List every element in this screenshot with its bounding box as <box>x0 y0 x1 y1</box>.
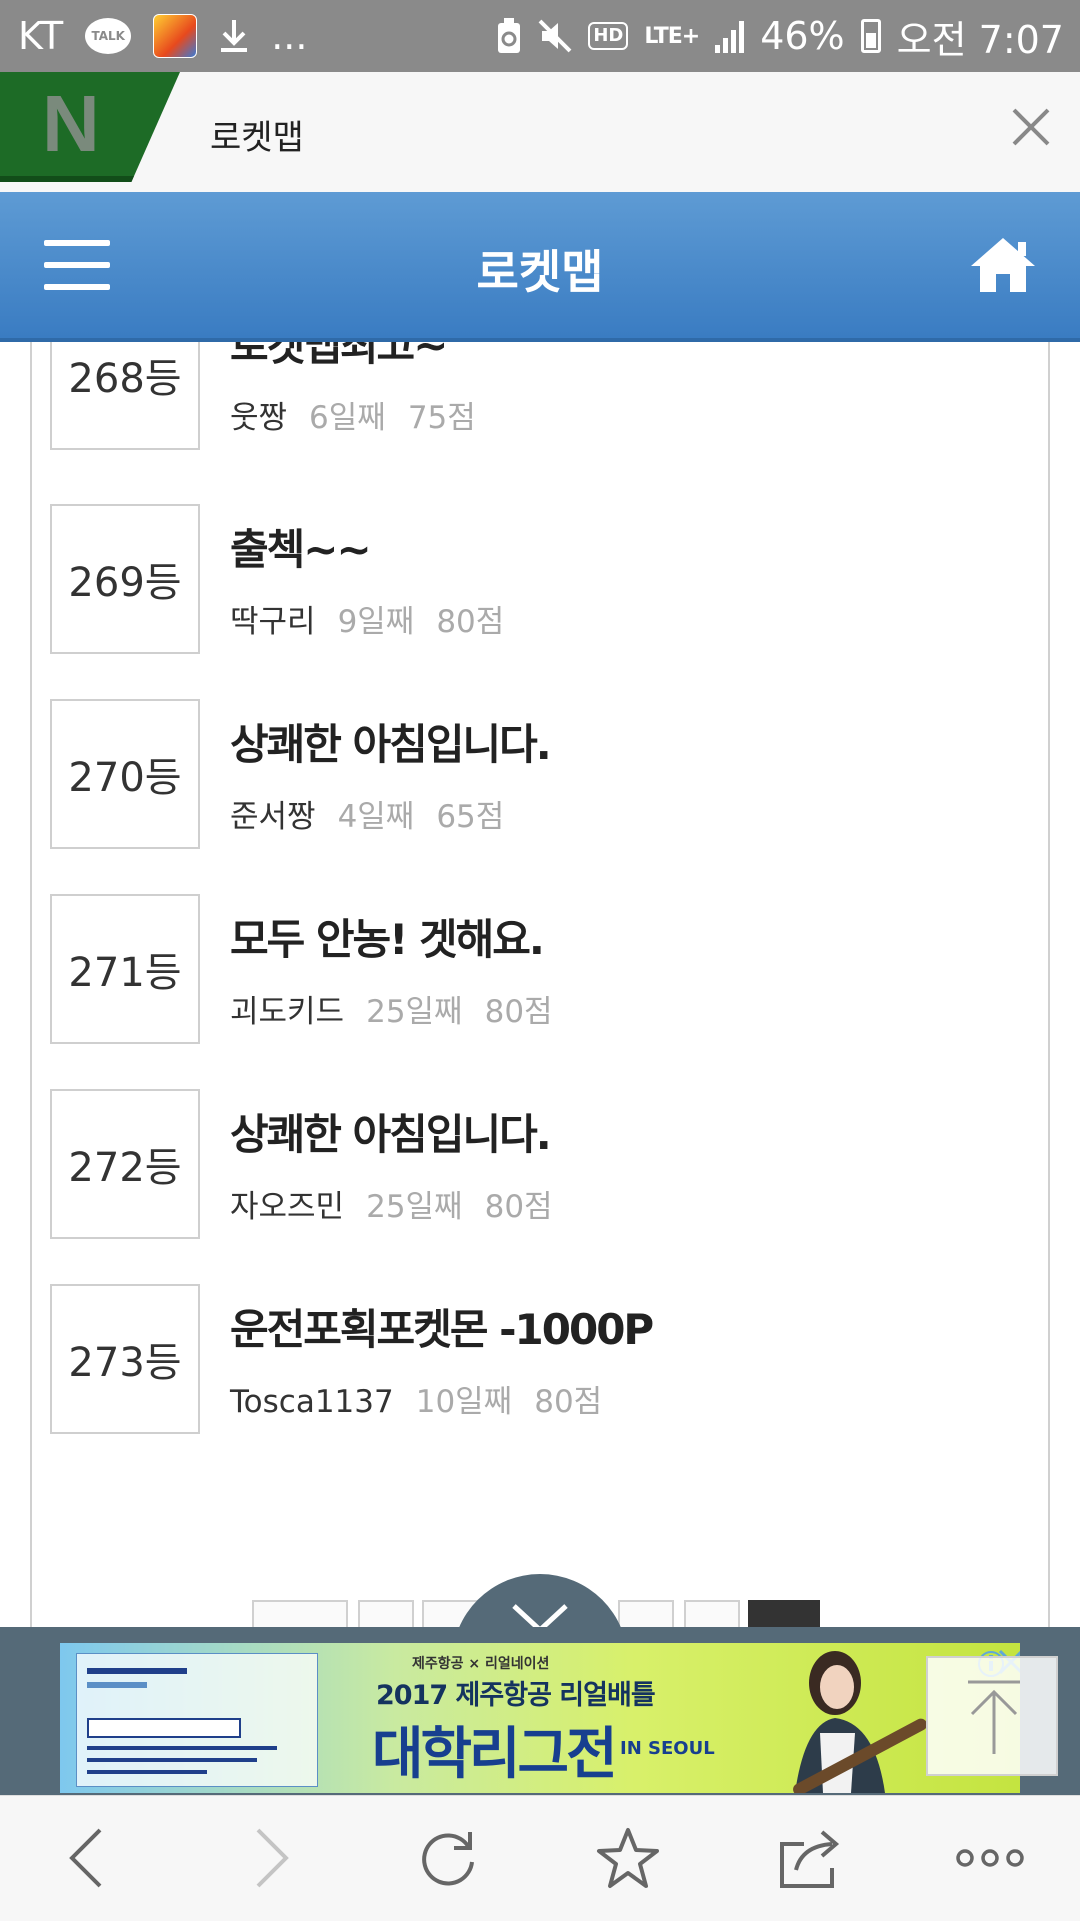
hd-voice-badge: HD <box>588 22 629 50</box>
home-icon[interactable] <box>968 234 1038 294</box>
more-notifications: ... <box>271 14 308 58</box>
clock: 오전 7:07 <box>896 17 1064 62</box>
refresh-icon[interactable] <box>408 1822 488 1894</box>
bookmark-star-icon[interactable] <box>588 1822 668 1894</box>
post-title: 운전포획포켓몬 -1000P <box>230 1305 654 1354</box>
scroll-to-top-button[interactable] <box>926 1656 1058 1776</box>
post-meta: Tosca1137 10일째 80점 <box>230 1384 603 1420</box>
ad-banner[interactable]: 제주항공 × 리얼네이션 2017 제주항공 리얼배틀 대학리그전 IN SEO… <box>60 1643 1020 1793</box>
share-icon[interactable] <box>770 1822 850 1894</box>
post-meta: 자오즈민 25일째 80점 <box>230 1189 553 1225</box>
list-item[interactable]: 270등 상쾌한 아침입니다. 준서짱 4일째 65점 <box>32 699 1032 849</box>
ad-location: IN SEOUL <box>620 1738 715 1759</box>
list-item[interactable]: 268등 로켓맵최고~ 웃짱 6일째 75점 <box>32 342 1032 450</box>
status-bar: KT TALK ... HD LTE+ 46% 오전 7:07 <box>0 0 1080 72</box>
post-meta: 웃짱 6일째 75점 <box>230 400 476 436</box>
browser-tab-bar: N 로켓맵 <box>0 72 1080 193</box>
network-type: LTE+ <box>644 23 700 49</box>
ad-title: 대학리그전 <box>372 1722 618 1787</box>
game-app-icon <box>153 14 198 58</box>
page-button[interactable] <box>618 1600 674 1627</box>
more-icon[interactable] <box>950 1822 1030 1894</box>
post-meta: 괴도키드 25일째 80점 <box>230 994 553 1030</box>
browser-toolbar <box>0 1795 1080 1921</box>
close-icon[interactable] <box>1008 104 1054 150</box>
naver-logo[interactable]: N <box>0 72 180 182</box>
ad-sponsor: 제주항공 × 리얼네이션 <box>412 1656 550 1672</box>
ad-search-widget <box>76 1653 318 1787</box>
post-meta: 준서짱 4일째 65점 <box>230 799 505 835</box>
page-button[interactable] <box>252 1600 348 1627</box>
rank-badge: 270등 <box>50 699 200 849</box>
rank-badge: 273등 <box>50 1284 200 1434</box>
list-item[interactable]: 272등 상쾌한 아침입니다. 자오즈민 25일째 80점 <box>32 1089 1032 1239</box>
list-item[interactable]: 273등 운전포획포켓몬 -1000P Tosca1137 10일째 80점 <box>32 1284 1032 1434</box>
page-button-current[interactable] <box>748 1600 820 1627</box>
rank-badge: 271등 <box>50 894 200 1044</box>
back-icon[interactable] <box>46 1822 126 1894</box>
tab-title: 로켓맵 <box>210 118 304 158</box>
ad-headline: 2017 제주항공 리얼배틀 <box>376 1680 656 1711</box>
post-meta: 딱구리 9일째 80점 <box>230 604 505 640</box>
forward-icon[interactable] <box>232 1822 312 1894</box>
page-button[interactable] <box>358 1600 414 1627</box>
battery-icon <box>860 19 881 53</box>
list-item[interactable]: 271등 모두 안농! 겟해요. 괴도키드 25일째 80점 <box>32 894 1032 1044</box>
ad-model-image <box>793 1651 927 1793</box>
post-title: 상쾌한 아침입니다. <box>230 1110 552 1159</box>
battery-percent: 46% <box>760 14 845 58</box>
page-button[interactable] <box>684 1600 740 1627</box>
mute-icon <box>538 19 572 53</box>
rank-badge: 269등 <box>50 504 200 654</box>
ad-container: 제주항공 × 리얼네이션 2017 제주항공 리얼배틀 대학리그전 IN SEO… <box>0 1627 1080 1795</box>
rank-badge: 272등 <box>50 1089 200 1239</box>
ranking-list: 268등 로켓맵최고~ 웃짱 6일째 75점 269등 출첵~~ 딱구리 9일째 80점… <box>30 342 1050 1627</box>
carrier-label: KT <box>18 14 64 58</box>
signal-icon <box>715 19 745 53</box>
arrow-up-icon <box>968 1680 1020 1754</box>
post-title: 출첵~~ <box>230 525 372 574</box>
post-title: 로켓맵최고~ <box>230 342 448 370</box>
download-icon <box>219 18 249 54</box>
kakao-talk-icon: TALK <box>85 18 132 54</box>
rank-badge: 268등 <box>50 342 200 450</box>
list-item[interactable]: 269등 출첵~~ 딱구리 9일째 80점 <box>32 504 1032 654</box>
recycle-battery-icon <box>496 17 522 55</box>
page-title: 로켓맵 <box>476 245 604 299</box>
app-header: 로켓맵 <box>0 192 1080 342</box>
post-title: 상쾌한 아침입니다. <box>230 720 552 769</box>
post-title: 모두 안농! 겟해요. <box>230 915 545 964</box>
